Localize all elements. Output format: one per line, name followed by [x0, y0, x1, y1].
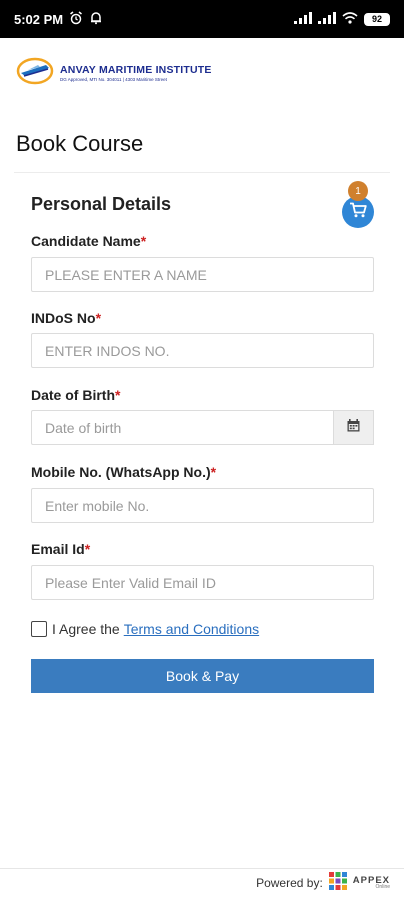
section-title: Personal Details [31, 194, 172, 214]
cart-count-badge: 1 [348, 181, 368, 201]
powered-by-text: Powered by: [256, 876, 323, 890]
agree-text: I Agree the [52, 621, 120, 637]
bell-icon [89, 11, 103, 28]
dob-label-text: Date of Birth [31, 387, 115, 403]
required-mark: * [210, 464, 217, 480]
alarm-icon [69, 10, 83, 28]
mobile-label-text: Mobile No. (WhatsApp No.) [31, 464, 211, 480]
terms-link[interactable]: Terms and Conditions [124, 621, 259, 637]
logo-title: ANVAY MARITIME INSTITUTE [60, 64, 212, 76]
footer: Powered by: APPEX Online [256, 871, 390, 896]
appex-brand: APPEX Online [353, 876, 390, 891]
email-input[interactable] [31, 565, 374, 600]
signal-icon [294, 11, 312, 27]
footer-divider [0, 868, 404, 869]
email-label-text: Email Id [31, 541, 85, 557]
indos-no-label-text: INDoS No [31, 310, 96, 326]
dob-label: Date of Birth* [31, 387, 120, 403]
candidate-name-input[interactable] [31, 257, 374, 292]
calendar-icon [347, 418, 360, 437]
required-mark: * [140, 233, 147, 249]
status-bar: 5:02 PM 92 [0, 0, 404, 38]
candidate-name-label: Candidate Name* [31, 233, 146, 249]
institute-logo: ANVAY MARITIME INSTITUTE DG Approved, MT… [16, 56, 212, 90]
wifi-icon [342, 11, 358, 27]
book-and-pay-button[interactable]: Book & Pay [31, 659, 374, 693]
appex-sub: Online [375, 884, 390, 891]
logo-subtitle: DG Approved, MTI No. 304011 | 4303 Marit… [60, 77, 167, 82]
mobile-label: Mobile No. (WhatsApp No.)* [31, 464, 216, 480]
agree-row: I Agree the Terms and Conditions [31, 621, 259, 637]
indos-no-label: INDoS No* [31, 310, 101, 326]
required-mark: * [115, 387, 121, 403]
ship-logo-icon [16, 56, 54, 91]
required-mark: * [95, 310, 102, 326]
calendar-button[interactable] [333, 410, 374, 445]
dob-input[interactable] [31, 410, 333, 445]
indos-no-input[interactable] [31, 333, 374, 368]
agree-checkbox[interactable] [31, 621, 47, 637]
status-time: 5:02 PM [14, 11, 64, 27]
email-label: Email Id* [31, 541, 90, 557]
candidate-name-label-text: Candidate Name [31, 233, 141, 249]
battery-indicator: 92 [364, 12, 390, 26]
signal-icon-2 [318, 11, 336, 27]
shopping-cart-icon [349, 202, 367, 223]
required-mark: * [84, 541, 91, 557]
mobile-input[interactable] [31, 488, 374, 523]
page-title: Book Course [16, 131, 144, 156]
dob-field [31, 410, 374, 445]
appex-logo-icon [328, 871, 348, 896]
title-divider [14, 172, 390, 173]
